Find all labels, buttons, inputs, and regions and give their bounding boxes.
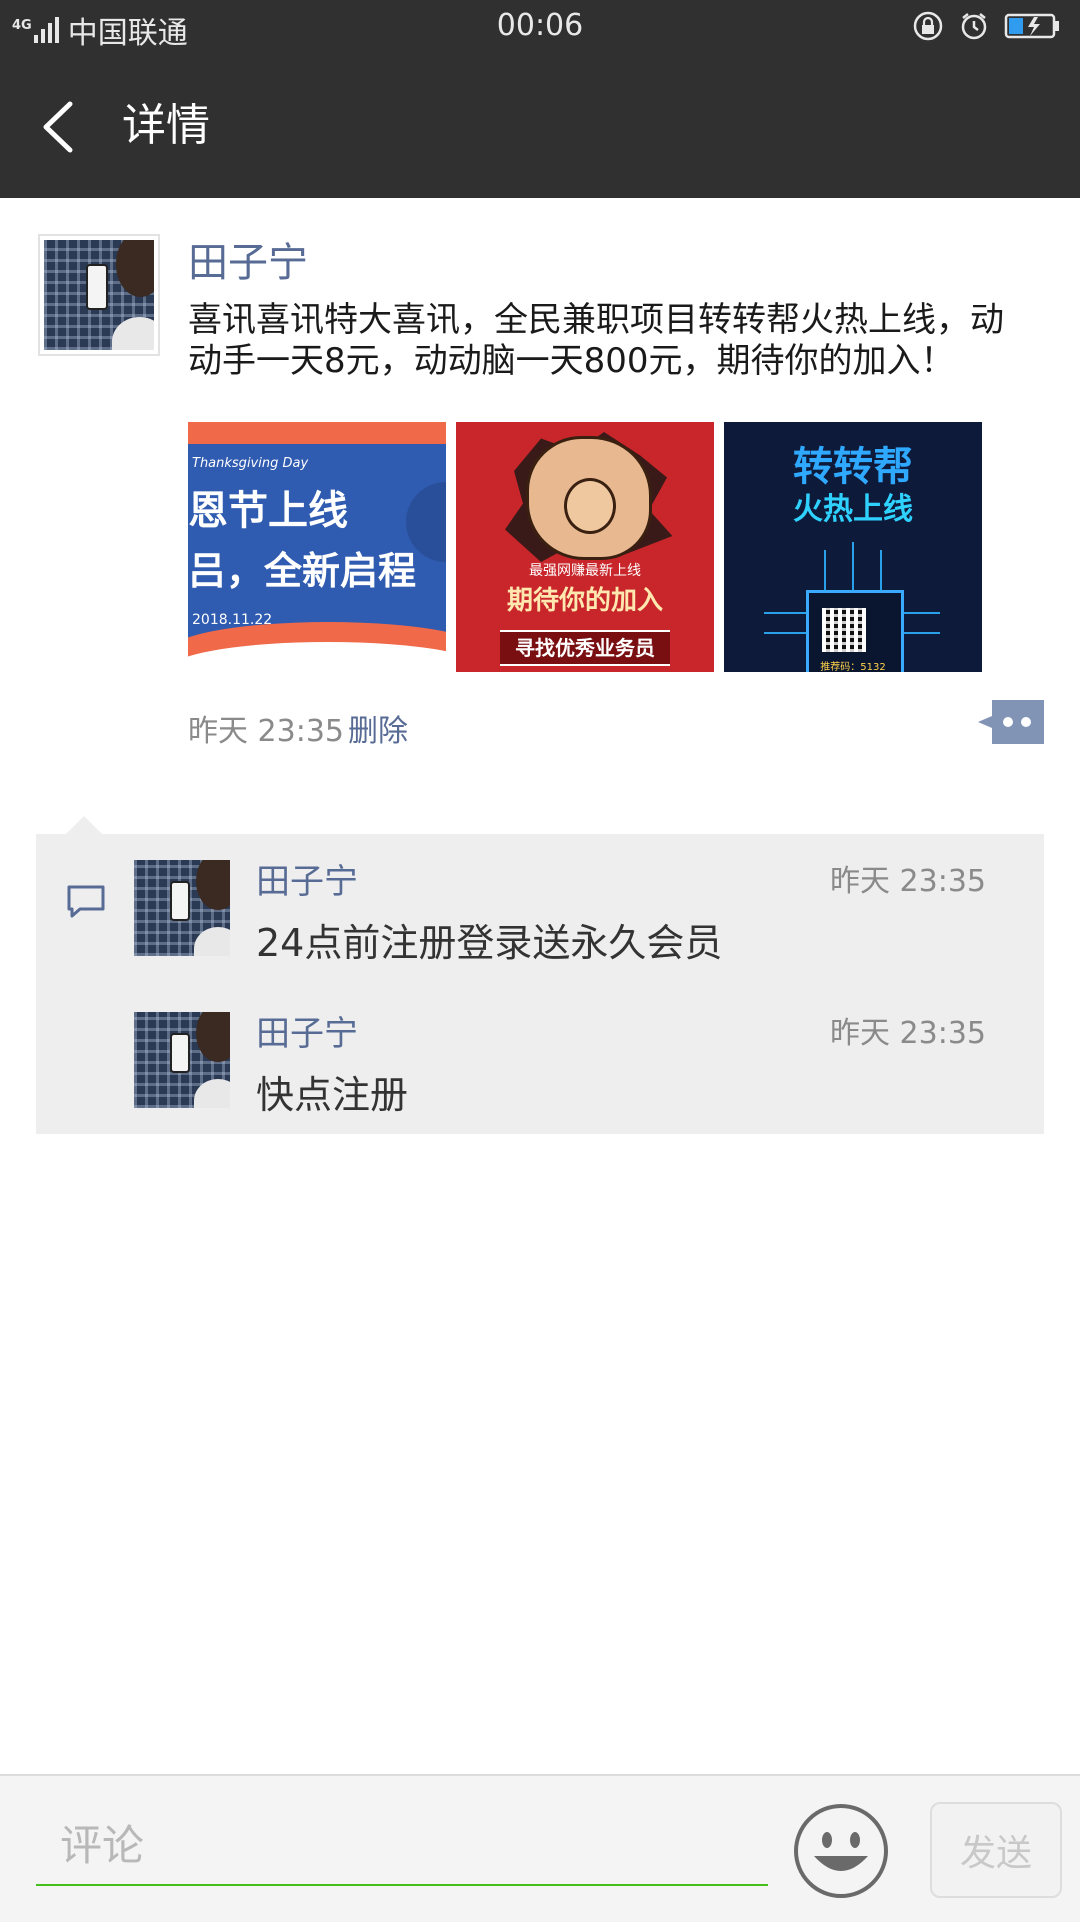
comment-input[interactable]: [36, 1806, 768, 1886]
post-text: 喜讯喜讯特大喜讯，全民兼职项目转转帮火热上线，动动手一天8元，动动脑一天800元…: [188, 300, 1004, 381]
chevron-left-icon: [43, 101, 73, 153]
more-dots-icon: [978, 700, 1044, 744]
emoji-button[interactable]: [792, 1802, 890, 1900]
comment-item[interactable]: 田子宁 昨天 23:35 24点前注册登录送永久会员: [36, 834, 1044, 965]
page-title: 详情: [122, 100, 210, 151]
comment-text: 24点前注册登录送永久会员: [256, 921, 723, 965]
comment-text: 快点注册: [256, 1073, 409, 1117]
post-image-1[interactable]: Thanksgiving Day 恩节上线 吕，全新启程 2018.11.22: [188, 422, 446, 672]
comment-section: 田子宁 昨天 23:35 24点前注册登录送永久会员 田子宁 昨天 23:35 …: [36, 816, 1044, 1134]
image-1-caption-date: 2018.11.22: [192, 612, 273, 628]
send-button[interactable]: 发送: [930, 1802, 1062, 1898]
status-bar: 4G 中国联通 00:06: [0, 0, 1080, 56]
image-2-caption-main: 期待你的加入: [506, 586, 663, 616]
author-name[interactable]: 田子宁: [188, 230, 308, 288]
image-grid: Thanksgiving Day 恩节上线 吕，全新启程 2018.11.22 …: [188, 422, 992, 672]
image-1-caption-en: Thanksgiving Day: [192, 456, 309, 471]
alarm-icon: [961, 13, 987, 40]
commenter-name[interactable]: 田子宁: [256, 854, 358, 903]
post-image-3[interactable]: 转转帮 火热上线 推荐码：5132: [724, 422, 982, 672]
commenter-name[interactable]: 田子宁: [256, 1006, 358, 1055]
image-3-referral-code: 推荐码：5132: [820, 662, 886, 672]
comment-input-bar: 发送: [0, 1774, 1080, 1922]
delete-link[interactable]: 删除: [348, 706, 408, 750]
comment-time: 昨天 23:35: [830, 1016, 986, 1051]
commenter-avatar[interactable]: [134, 860, 230, 956]
image-3-caption-sub: 火热上线: [793, 492, 913, 527]
image-2-caption-top: 最强网赚最新上线: [529, 563, 641, 579]
commenter-avatar[interactable]: [134, 1012, 230, 1108]
comment-like-menu-button[interactable]: [978, 700, 1044, 744]
back-button[interactable]: [34, 94, 94, 160]
emoji-smile-icon: [794, 1804, 888, 1898]
image-2-caption-bottom: 寻找优秀业务员: [515, 636, 655, 660]
title-bar: 详情: [0, 56, 1080, 198]
post-time: 昨天 23:35: [188, 714, 344, 749]
status-right: [898, 10, 1062, 42]
avatar-image: [44, 240, 154, 350]
author-avatar[interactable]: [38, 234, 160, 356]
comment-item[interactable]: 田子宁 昨天 23:35 快点注册: [36, 986, 1044, 1117]
post-image-2[interactable]: 最强网赚最新上线 期待你的加入 寻找优秀业务员: [456, 422, 714, 672]
image-1-caption-sub: 吕，全新启程: [188, 549, 417, 593]
battery-charging-icon: [1004, 13, 1059, 39]
rotation-lock-icon: [913, 11, 943, 41]
image-1-caption-title: 恩节上线: [188, 488, 348, 534]
comment-time: 昨天 23:35: [830, 864, 986, 899]
